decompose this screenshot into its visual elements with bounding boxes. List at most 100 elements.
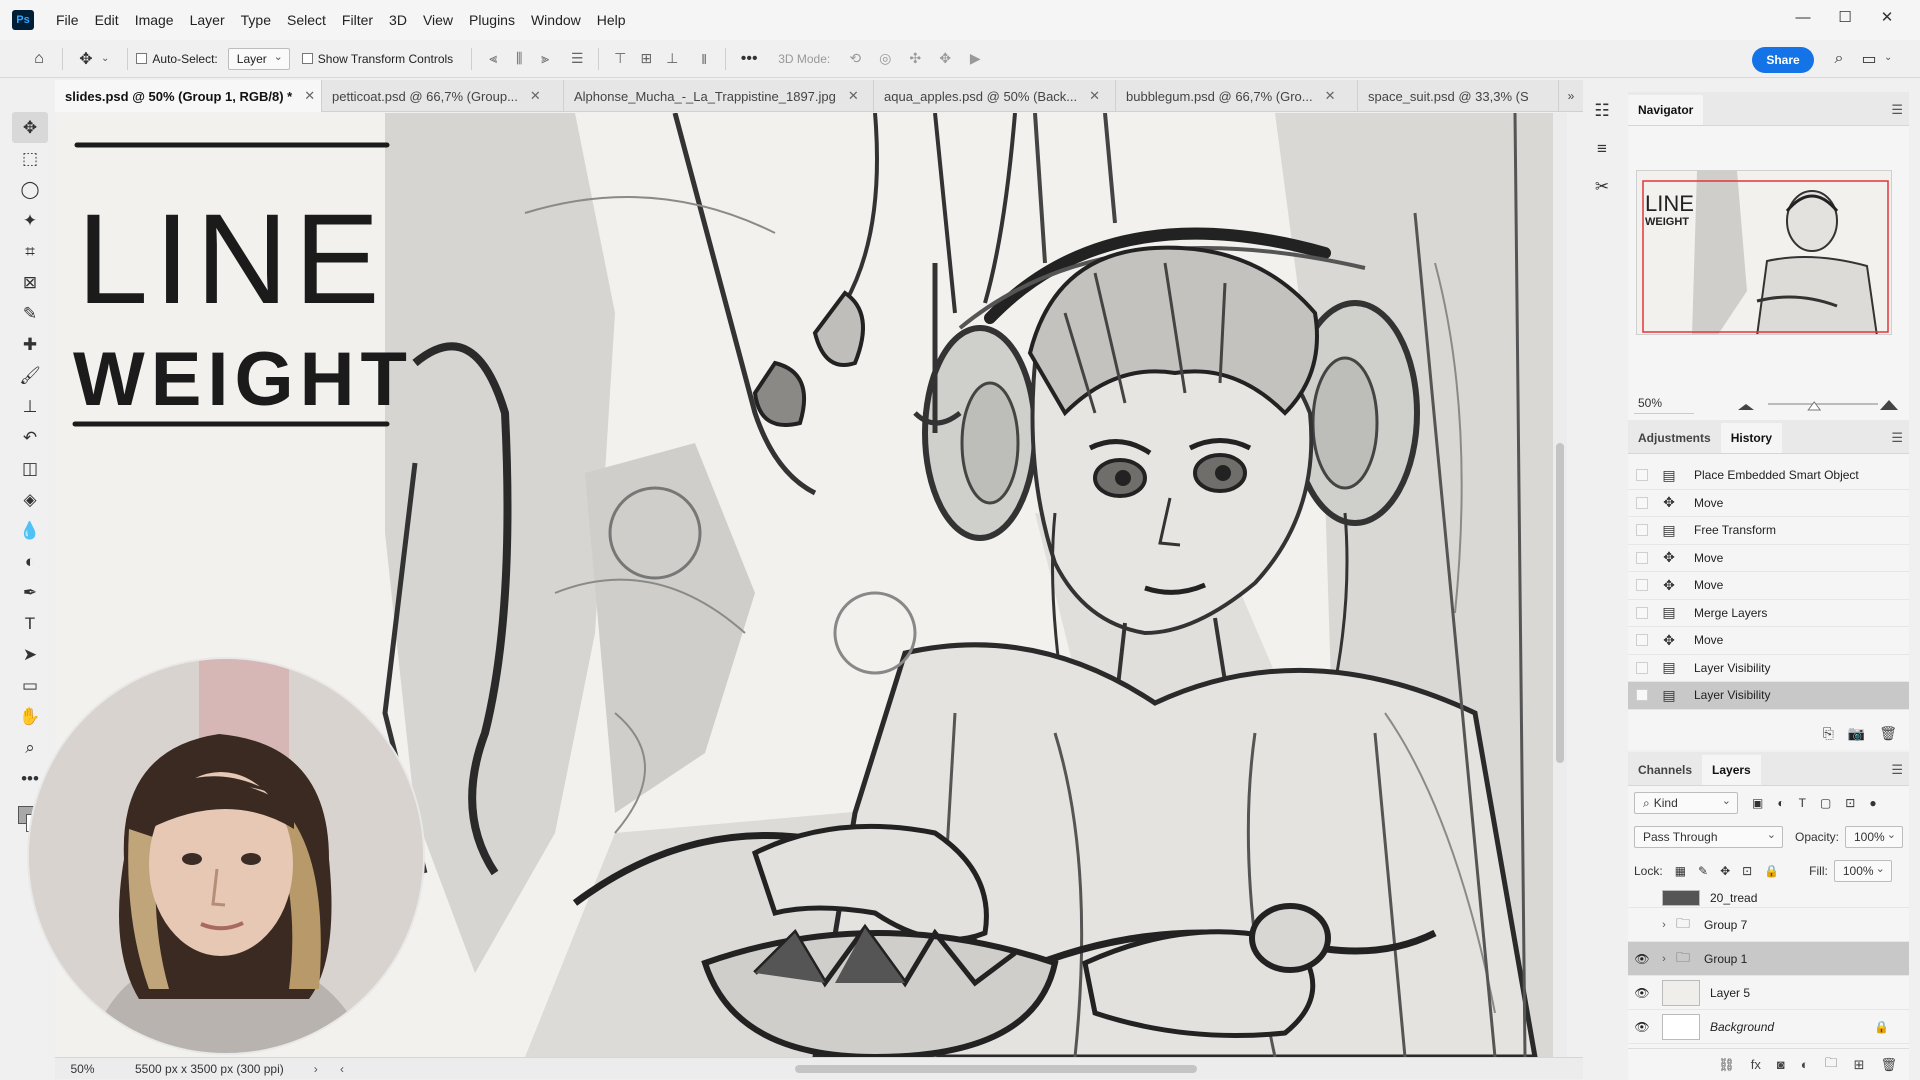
- lock-transparent-icon[interactable]: ▦: [1675, 864, 1686, 878]
- home-icon[interactable]: ⌂: [24, 44, 54, 74]
- align-top-icon[interactable]: ⊤: [607, 46, 633, 72]
- distribute-icon[interactable]: ☰: [564, 46, 590, 72]
- filter-toggle-icon[interactable]: ●: [1869, 796, 1876, 810]
- align-center-icon[interactable]: ⫼: [506, 46, 532, 72]
- type-filter-icon[interactable]: T: [1799, 796, 1806, 810]
- fx-icon[interactable]: fx: [1751, 1057, 1761, 1072]
- paint-bucket-icon[interactable]: ◈: [12, 484, 48, 515]
- layer-row[interactable]: 👁 Layer 5: [1628, 976, 1909, 1010]
- frame-tool-icon[interactable]: ⊠: [12, 267, 48, 298]
- pixel-filter-icon[interactable]: ▣: [1752, 796, 1763, 810]
- panel-menu-icon[interactable]: ☰: [1891, 102, 1903, 118]
- chevron-left-icon[interactable]: ‹: [340, 1062, 344, 1076]
- roll-3d-icon[interactable]: ◎: [870, 46, 900, 72]
- close-button[interactable]: ✕: [1866, 0, 1908, 34]
- more-options-icon[interactable]: •••: [734, 44, 764, 74]
- navigator-zoom-slider[interactable]: [1738, 398, 1898, 411]
- slide-3d-icon[interactable]: ✥: [930, 46, 960, 72]
- magic-wand-icon[interactable]: ✦: [12, 205, 48, 236]
- panel-menu-icon[interactable]: ☰: [1891, 430, 1903, 446]
- add-mask-icon[interactable]: ◙: [1777, 1057, 1785, 1072]
- blend-mode-dropdown[interactable]: Pass Through: [1634, 826, 1783, 848]
- shape-filter-icon[interactable]: ▢: [1820, 796, 1831, 810]
- menu-layer[interactable]: Layer: [182, 0, 233, 40]
- scale-3d-icon[interactable]: ▶: [960, 46, 990, 72]
- chevron-down-icon[interactable]: ⌄: [1884, 52, 1892, 74]
- close-icon[interactable]: ✕: [1089, 88, 1100, 104]
- fill-input[interactable]: 100%: [1833, 860, 1892, 882]
- navigator-thumbnail[interactable]: LINE WEIGHT: [1636, 170, 1892, 335]
- history-brush-source[interactable]: [1636, 579, 1648, 592]
- history-brush-source[interactable]: [1636, 551, 1648, 564]
- history-step[interactable]: ✥ Move: [1628, 572, 1909, 600]
- navigator-zoom-input[interactable]: 50%: [1634, 392, 1694, 414]
- maximize-button[interactable]: ☐: [1824, 0, 1866, 34]
- lasso-tool-icon[interactable]: ◯: [12, 174, 48, 205]
- tab-adjustments[interactable]: Adjustments: [1628, 423, 1721, 453]
- tab-document[interactable]: petticoat.psd @ 66,7% (Group... ✕: [322, 80, 564, 112]
- share-button[interactable]: Share: [1752, 47, 1814, 73]
- workspace-icon[interactable]: ▭: [1854, 44, 1884, 74]
- healing-brush-icon[interactable]: ✚: [12, 329, 48, 360]
- align-left-icon[interactable]: ⫷: [480, 46, 506, 72]
- menu-plugins[interactable]: Plugins: [461, 0, 523, 40]
- history-brush-source[interactable]: [1636, 524, 1648, 537]
- history-step[interactable]: ▤ Free Transform: [1628, 517, 1909, 545]
- menu-select[interactable]: Select: [279, 0, 334, 40]
- auto-select-dropdown[interactable]: Layer: [227, 47, 290, 70]
- trash-icon[interactable]: 🗑: [1879, 725, 1897, 742]
- lock-image-icon[interactable]: ✎: [1698, 864, 1708, 878]
- clone-stamp-icon[interactable]: ⊥: [12, 391, 48, 422]
- history-step[interactable]: ✥ Move: [1628, 490, 1909, 517]
- eye-icon[interactable]: 👁: [1628, 1020, 1656, 1034]
- close-icon[interactable]: ✕: [304, 88, 315, 104]
- menu-edit[interactable]: Edit: [87, 0, 127, 40]
- link-layers-icon[interactable]: ⛓: [1718, 1057, 1735, 1073]
- smart-object-filter-icon[interactable]: ⊡: [1845, 796, 1855, 810]
- zoom-tool-icon[interactable]: ⌕: [12, 732, 48, 763]
- close-icon[interactable]: ✕: [1325, 88, 1336, 104]
- close-icon[interactable]: ✕: [848, 88, 859, 104]
- tab-document[interactable]: space_suit.psd @ 33,3% (S: [1358, 80, 1559, 112]
- new-group-icon[interactable]: 🗀: [1825, 1054, 1838, 1076]
- tab-channels[interactable]: Channels: [1628, 755, 1702, 785]
- tab-layers[interactable]: Layers: [1702, 755, 1761, 785]
- zoom-level[interactable]: 50%: [55, 1062, 110, 1076]
- menu-help[interactable]: Help: [589, 0, 634, 40]
- horizontal-scrollbar[interactable]: [400, 1063, 1605, 1075]
- adjustment-layer-icon[interactable]: ◐: [1801, 1057, 1809, 1072]
- history-brush-source[interactable]: [1636, 496, 1648, 509]
- align-middle-icon[interactable]: ⊞: [633, 46, 659, 72]
- history-brush-source[interactable]: [1636, 606, 1648, 619]
- marquee-tool-icon[interactable]: ⬚: [12, 143, 48, 174]
- close-icon[interactable]: ✕: [530, 88, 541, 104]
- search-icon[interactable]: ⌕: [1824, 44, 1854, 74]
- more-tabs-icon[interactable]: »: [1559, 80, 1583, 112]
- scrollbar-thumb[interactable]: [1556, 443, 1564, 763]
- show-transform-checkbox[interactable]: Show Transform Controls: [301, 52, 453, 66]
- history-brush-source[interactable]: [1636, 469, 1648, 482]
- align-bottom-icon[interactable]: ⊥: [659, 46, 685, 72]
- menu-type[interactable]: Type: [233, 0, 279, 40]
- chevron-right-icon[interactable]: ›: [314, 1062, 318, 1076]
- trash-icon[interactable]: 🗑: [1880, 1057, 1897, 1073]
- history-brush-source[interactable]: [1636, 634, 1648, 647]
- history-step[interactable]: ✥ Move: [1628, 627, 1909, 655]
- chevron-down-icon[interactable]: ⌄: [101, 53, 109, 64]
- eraser-icon[interactable]: ◫: [12, 453, 48, 484]
- tab-history[interactable]: History: [1720, 423, 1783, 453]
- history-step-current[interactable]: ▤ Layer Visibility: [1628, 682, 1909, 710]
- vertical-scrollbar[interactable]: [1553, 113, 1567, 1057]
- panel-menu-icon[interactable]: ☰: [1891, 762, 1903, 778]
- tab-document[interactable]: slides.psd @ 50% (Group 1, RGB/8) * ✕: [55, 80, 322, 112]
- scrollbar-thumb[interactable]: [795, 1065, 1197, 1073]
- brush-tool-icon[interactable]: 🖌: [12, 360, 48, 391]
- blur-tool-icon[interactable]: 💧: [12, 515, 48, 546]
- lock-artboard-icon[interactable]: ⊡: [1742, 864, 1752, 878]
- tab-navigator[interactable]: Navigator: [1628, 95, 1704, 125]
- history-brush-source[interactable]: [1636, 689, 1648, 702]
- menu-image[interactable]: Image: [127, 0, 182, 40]
- pen-tool-icon[interactable]: ✒: [12, 577, 48, 608]
- menu-3d[interactable]: 3D: [381, 0, 415, 40]
- history-step[interactable]: ✥ Move: [1628, 545, 1909, 572]
